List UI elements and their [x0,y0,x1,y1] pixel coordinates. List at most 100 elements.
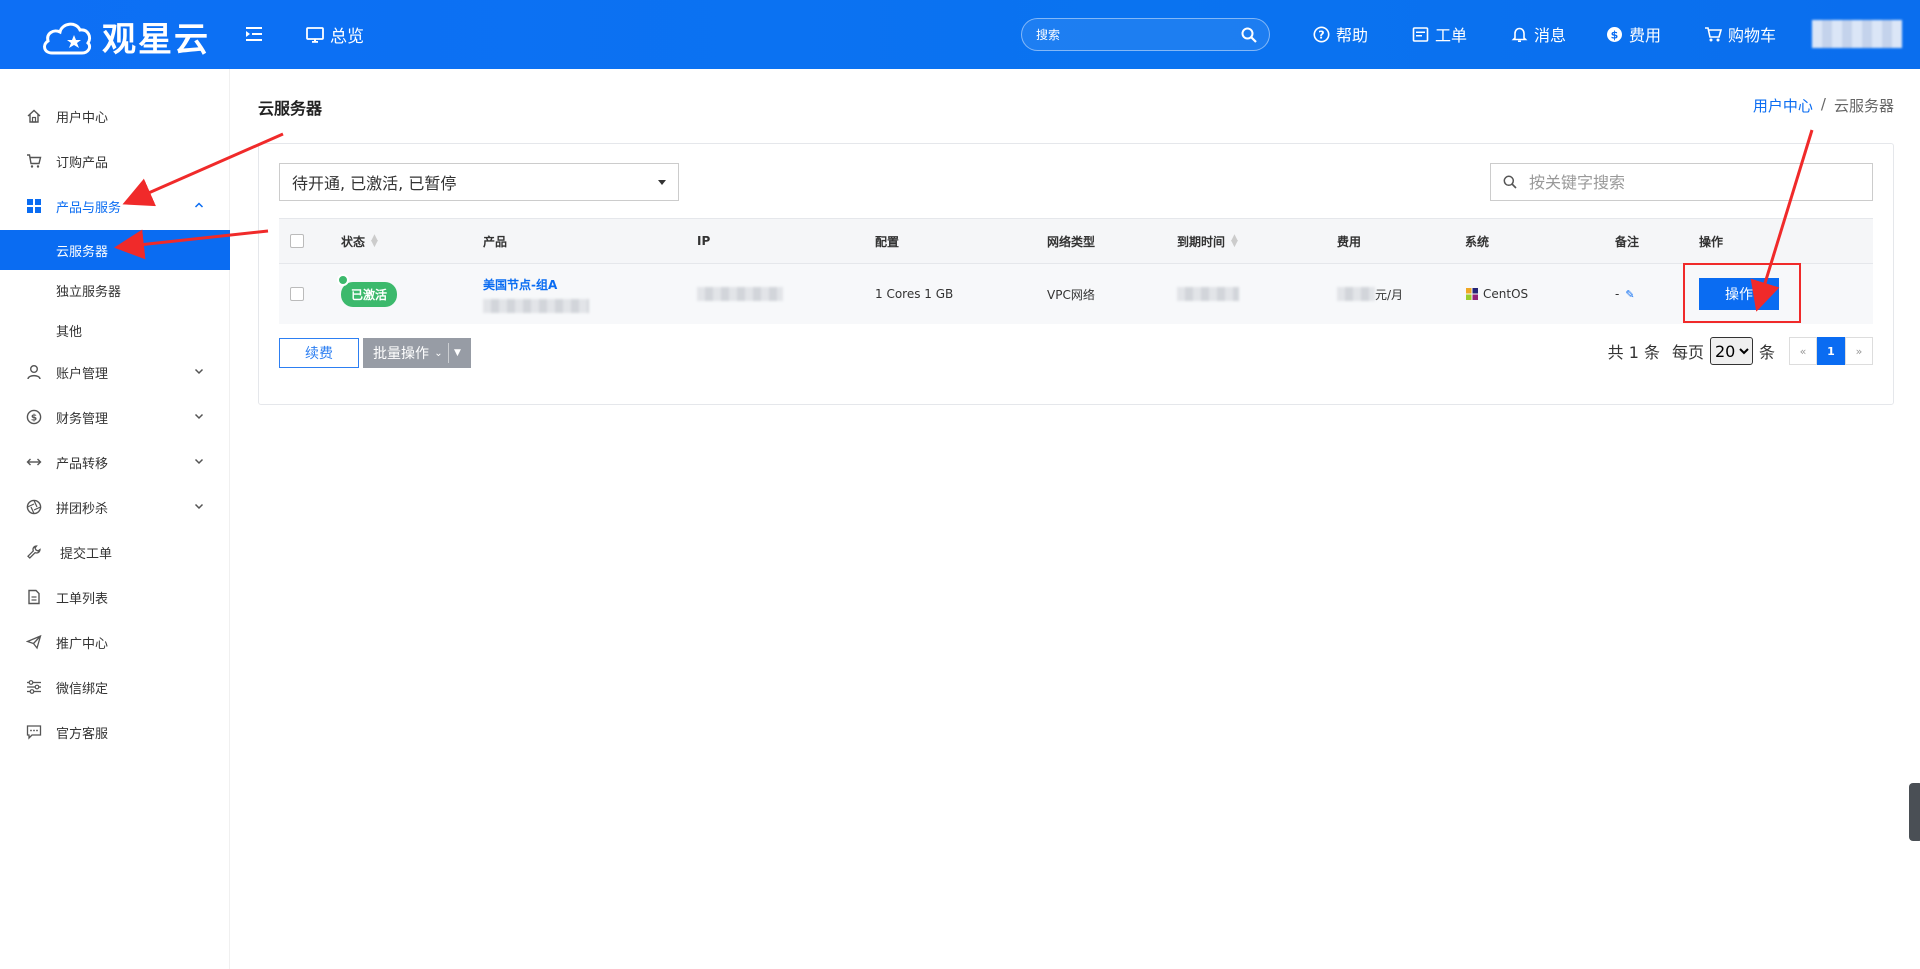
col-status-label: 状态 [341,234,366,249]
svg-text:$: $ [31,414,37,424]
row-ip-cell [697,264,783,324]
sidebar-item-label: 产品转移 [56,456,109,472]
bell-icon [1511,27,1528,42]
prev-page-button[interactable]: « [1789,337,1817,365]
floating-side-widget[interactable] [1909,783,1920,841]
search-icon[interactable] [1241,27,1257,43]
user-avatar[interactable] [1812,20,1902,48]
nav-cart-label: 购物车 [1728,26,1777,45]
sidebar-sub-dedicated-server[interactable]: 独立服务器 [0,270,230,310]
status-filter-select[interactable]: 待开通, 已激活, 已暂停 [279,163,679,201]
caret-down-icon [658,180,666,185]
edit-pencil-icon[interactable]: ✎ [1625,288,1634,301]
row-expiry-cell [1177,264,1239,324]
caret-down-icon: ▼ [454,348,461,358]
col-product: 产品 [483,234,508,249]
page-title: 云服务器 [258,99,323,118]
page-1-button[interactable]: 1 [1817,337,1845,365]
sidebar-item-account[interactable]: 账户管理 [0,352,230,392]
sidebar-item-order[interactable]: 订购产品 [0,141,230,181]
keyword-search [1490,163,1873,201]
sidebar: 用户中心 订购产品 产品与服务 云服务器 独立服务器 其他 账户管理 $ 财务管… [0,69,230,969]
row-checkbox[interactable] [290,287,304,301]
chevron-down-icon [194,413,204,420]
sidebar-item-wechat-bind[interactable]: 微信绑定 [0,667,230,707]
aperture-icon [26,499,42,515]
nav-cart[interactable]: 购物车 [1704,22,1776,46]
sidebar-item-label: 财务管理 [56,411,109,427]
select-all-cell [290,219,304,263]
header-search-input[interactable] [1036,27,1241,42]
row-action-cell: 操作 [1699,264,1779,324]
ip-redacted [697,287,783,301]
menu-toggle-button[interactable] [244,24,264,44]
sidebar-item-label: 订购产品 [56,155,109,171]
server-table: 状态 ▲ ▼ 产品 IP 配置 网络类型 到期时间 ▲ ▼ 费用 系统 备注 操作 [279,218,1873,324]
renew-button[interactable]: 续费 [279,338,359,368]
sidebar-item-promotion[interactable]: 推广中心 [0,622,230,662]
row-fee-cell: 元/月 [1337,264,1403,324]
nav-fees[interactable]: $ 费用 [1606,22,1661,46]
product-link[interactable]: 美国节点-组A [483,276,557,293]
per-page-unit: 条 [1758,343,1775,362]
header-search [1021,18,1270,51]
nav-messages-label: 消息 [1534,26,1567,45]
logo[interactable]: 观星云 [40,12,210,61]
pagination: 共 1 条 每页 20 条 « 1 » [1608,337,1873,365]
status-filter-value: 待开通, 已激活, 已暂停 [292,174,457,193]
nav-help[interactable]: ? 帮助 [1313,22,1368,46]
chevron-down-icon [194,368,204,375]
sidebar-item-user-center[interactable]: 用户中心 [0,96,230,136]
fee-unit: 元/月 [1375,287,1404,302]
total-count: 共 1 条 [1607,343,1660,362]
sidebar-item-finance[interactable]: $ 财务管理 [0,397,230,437]
operate-button[interactable]: 操作 [1699,278,1779,310]
user-icon [26,364,42,380]
document-icon [26,589,42,605]
sidebar-item-group-buy[interactable]: 拼团秒杀 [0,487,230,527]
col-action: 操作 [1699,234,1724,249]
breadcrumb-home-link[interactable]: 用户中心 [1753,95,1813,116]
col-ip: IP [697,234,711,248]
sidebar-item-ticket-list[interactable]: 工单列表 [0,577,230,617]
sort-icon: ▲ ▼ [371,233,378,249]
sidebar-item-label: 微信绑定 [56,681,109,697]
fee-amount-redacted [1337,287,1375,301]
overview-nav[interactable]: 总览 [306,22,364,47]
keyword-search-input[interactable] [1529,172,1860,192]
next-page-button[interactable]: » [1845,337,1873,365]
per-page-select[interactable]: 20 [1709,337,1753,365]
sidebar-sub-cloud-server[interactable]: 云服务器 [0,230,230,270]
sidebar-item-products[interactable]: 产品与服务 [0,186,230,226]
nav-messages[interactable]: 消息 [1511,22,1566,46]
expiry-redacted [1177,287,1239,301]
col-status[interactable]: 状态 ▲ ▼ [341,219,378,263]
status-badge: 已激活 [337,273,398,307]
transfer-icon [26,454,42,470]
dollar-icon: $ [26,409,42,425]
nav-fees-label: 费用 [1629,26,1662,45]
breadcrumb-separator: / [1820,95,1826,113]
sidebar-item-label: 拼团秒杀 [56,501,109,517]
sidebar-sub-other[interactable]: 其他 [0,310,230,350]
wrench-icon [26,544,42,560]
row-config-cell: 1 Cores 1 GB [875,287,954,301]
select-all-checkbox[interactable] [290,234,304,248]
help-icon: ? [1313,26,1330,42]
sidebar-item-label: 账户管理 [56,366,109,382]
ticket-icon [1412,26,1429,42]
sidebar-item-support[interactable]: 官方客服 [0,712,230,752]
top-bar: 观星云 总览 ? 帮助 工单 [0,0,1920,69]
nav-ticket[interactable]: 工单 [1412,22,1467,46]
send-icon [26,634,42,650]
cart-icon [26,153,42,169]
batch-operation-button[interactable]: 批量操作 ⌄ ▼ [363,338,471,368]
sidebar-item-transfer[interactable]: 产品转移 [0,442,230,482]
product-hostname-redacted [483,298,589,313]
col-expiry[interactable]: 到期时间 ▲ ▼ [1177,219,1238,263]
breadcrumb: 用户中心 / 云服务器 [1753,95,1894,116]
col-fee: 费用 [1337,234,1362,249]
sidebar-item-submit-ticket[interactable]: 提交工单 [0,532,230,572]
row-os-cell: CentOS [1465,264,1528,324]
batch-divider [447,343,449,363]
